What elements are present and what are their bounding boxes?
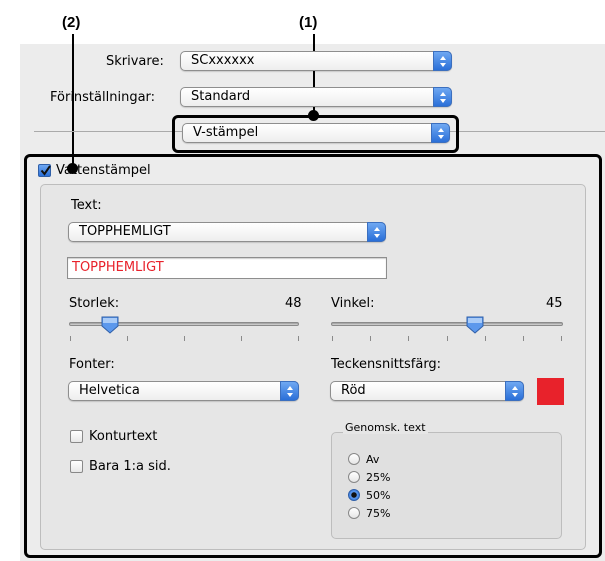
transparency-radio-off[interactable] <box>348 453 360 465</box>
transparency-option-label: 50% <box>366 489 391 502</box>
angle-slider[interactable] <box>331 322 563 326</box>
printer-value: SCxxxxxx <box>191 53 255 68</box>
angle-value: 45 <box>546 296 563 311</box>
transparency-option-label: 25% <box>366 471 391 484</box>
font-color-swatch[interactable] <box>537 378 564 405</box>
transparency-option-label: Av <box>366 453 380 466</box>
popup-arrows-icon <box>367 222 386 242</box>
angle-slider-thumb[interactable] <box>465 315 485 339</box>
text-popup[interactable]: TOPPHEMLIGT <box>68 222 386 242</box>
angle-tick <box>485 336 486 341</box>
size-label: Storlek: <box>69 296 120 311</box>
checkmark-icon <box>40 165 51 176</box>
popup-arrows-icon <box>433 51 452 71</box>
angle-tick <box>523 336 524 341</box>
first-page-only-checkbox[interactable] <box>70 460 83 473</box>
printer-popup[interactable]: SCxxxxxx <box>180 51 452 71</box>
presets-label: Förinställningar: <box>50 90 156 105</box>
size-slider-thumb[interactable] <box>100 315 120 339</box>
popup-arrows-icon <box>433 87 452 107</box>
transparency-group <box>331 432 562 539</box>
panel-popup[interactable]: V-stämpel <box>182 123 450 143</box>
font-popup-value: Helvetica <box>79 383 140 398</box>
popup-arrows-icon <box>505 381 524 401</box>
first-page-only-label: Bara 1:a sid. <box>89 459 171 474</box>
transparency-option-label: 75% <box>366 507 391 520</box>
watermark-text-field[interactable]: TOPPHEMLIGT <box>67 257 387 279</box>
font-color-popup[interactable]: Röd <box>330 381 524 401</box>
callout-two: (2) <box>62 14 81 31</box>
size-tick <box>70 336 71 341</box>
presets-popup[interactable]: Standard <box>180 87 452 107</box>
watermark-checkbox-label: Vattenstämpel <box>56 163 151 178</box>
angle-tick <box>408 336 409 341</box>
outline-text-label: Konturtext <box>89 429 158 444</box>
popup-arrows-icon <box>280 381 299 401</box>
font-popup[interactable]: Helvetica <box>68 381 299 401</box>
text-label: Text: <box>71 198 102 213</box>
font-color-popup-value: Röd <box>341 383 366 398</box>
angle-tick <box>447 336 448 341</box>
angle-label: Vinkel: <box>331 296 375 311</box>
panel-popup-value: V-stämpel <box>193 125 259 140</box>
font-color-label: Teckensnittsfärg: <box>331 357 442 372</box>
size-tick <box>241 336 242 341</box>
transparency-radio-25[interactable] <box>348 471 360 483</box>
watermark-checkbox[interactable] <box>38 164 51 177</box>
font-label: Fonter: <box>69 357 115 372</box>
size-tick <box>127 336 128 341</box>
size-tick <box>184 336 185 341</box>
transparency-radio-75[interactable] <box>348 507 360 519</box>
transparency-radio-50[interactable] <box>348 489 360 501</box>
popup-arrows-icon <box>431 123 450 143</box>
size-tick <box>298 336 299 341</box>
transparency-title: Genomsk. text <box>343 421 428 434</box>
size-value: 48 <box>285 296 302 311</box>
outline-text-checkbox[interactable] <box>70 430 83 443</box>
angle-tick <box>561 336 562 341</box>
angle-tick <box>370 336 371 341</box>
printer-label: Skrivare: <box>106 54 164 69</box>
presets-value: Standard <box>191 89 251 104</box>
angle-tick <box>332 336 333 341</box>
text-popup-value: TOPPHEMLIGT <box>79 224 171 239</box>
callout-one: (1) <box>299 14 318 31</box>
